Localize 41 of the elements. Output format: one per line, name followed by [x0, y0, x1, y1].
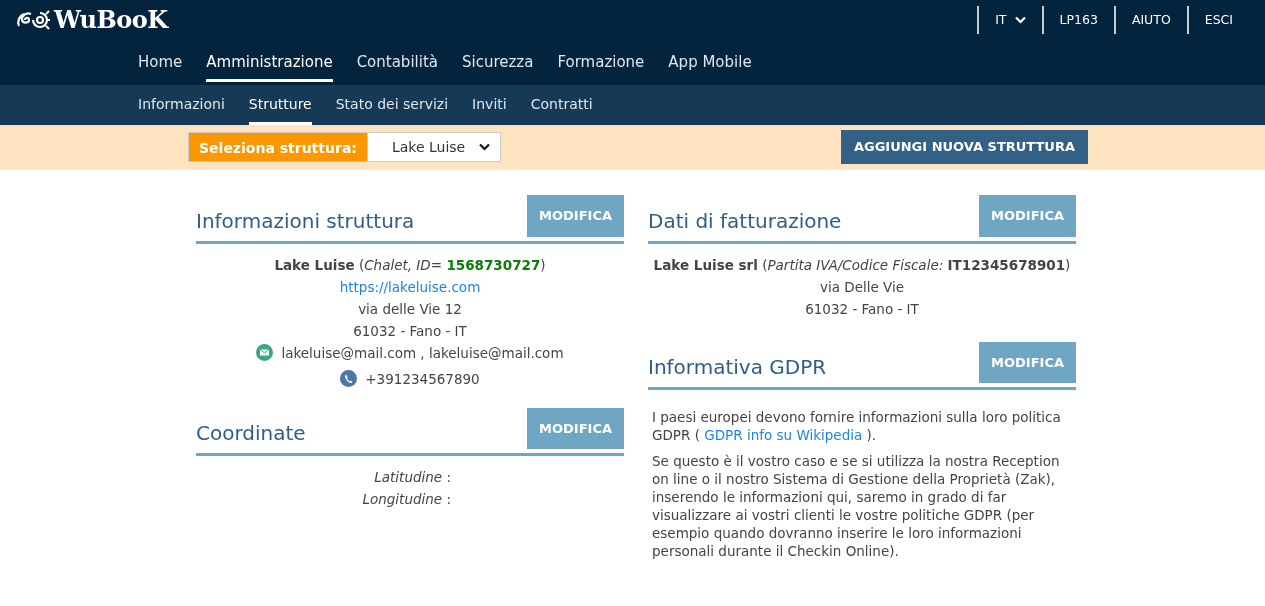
structure-select[interactable]: Lake Luise [366, 132, 501, 162]
phone-icon [340, 370, 358, 387]
top-link[interactable]: ESCI [1186, 6, 1249, 34]
phone-text: +391234567890 [365, 369, 480, 389]
subnav-tab[interactable]: Stato dei servizi [335, 86, 449, 125]
city-text: 61032 - Fano - IT [352, 321, 468, 341]
gdpr-intro: I paesi europei devono fornire informazioni sulla loro politica GDPR ( GDPR info su Wikipedia ). [651, 408, 1062, 444]
add-structure-button[interactable]: AGGIUNGI NUOVA STRUTTURA [840, 130, 1088, 164]
subnav-tab[interactable]: Contratti [530, 86, 593, 125]
coordinate-label: Latitudine : [373, 468, 451, 487]
swirl-logo-icon [16, 9, 50, 31]
section-title: Informativa GDPR [648, 355, 827, 379]
website-link[interactable]: https://lakeluise.com [339, 278, 481, 295]
nav-tab[interactable]: Home [138, 50, 183, 82]
language-dropdown[interactable]: IT [977, 6, 1042, 34]
nav-tab[interactable]: Formazione [557, 50, 645, 82]
nav-tab[interactable]: Contabilità [356, 50, 438, 82]
top-link[interactable]: AIUTO [1113, 6, 1187, 34]
address-text: via Delle Vie [818, 277, 906, 297]
section-title: Informazioni struttura [196, 208, 415, 233]
gdpr-details: Se questo è il vostro caso e se si utilizza la nostra Reception on line o il nostro Sistema di Gestione della Proprietà (Zak), inserendo le informazioni qui, saremo in grado di far visualizzare ai vostri clienti le vostre politiche GDPR (per esempio quando dovranno inserire le loro informazioni personali durante il Checkin Online). [651, 452, 1061, 560]
envelope-icon [256, 344, 274, 361]
nav-tab[interactable]: Sicurezza [461, 50, 534, 82]
section-title: Coordinate [196, 421, 306, 445]
wikipedia-link[interactable]: GDPR info su Wikipedia [704, 427, 863, 443]
subnav-tab[interactable]: Informazioni [138, 86, 225, 125]
structure-summary: Lake Luise (Chalet, ID= 1568730727) [273, 255, 547, 275]
select-label: Seleziona struttura: [188, 132, 367, 162]
top-link[interactable]: LP163 [1041, 6, 1114, 34]
nav-tab[interactable]: App Mobile [668, 50, 752, 82]
section-title: Dati di fatturazione [648, 208, 842, 233]
city-text: 61032 - Fano - IT [804, 299, 920, 319]
email-text: lakeluise@mail.com , lakeluise@mail.com [281, 343, 564, 363]
subnav-tab[interactable]: Inviti [472, 86, 507, 125]
coordinate-label: Longitudine : [361, 490, 451, 509]
chevron-down-icon [478, 143, 490, 151]
address-text: via delle Vie 12 [357, 299, 463, 319]
billing-summary: Lake Luise srl (Partita IVA/Codice Fiscale: IT12345678901) [652, 255, 1072, 275]
chevron-down-icon [1014, 16, 1026, 24]
logo-text: WuBooK [54, 4, 168, 36]
nav-tab[interactable]: Amministrazione [206, 50, 333, 82]
